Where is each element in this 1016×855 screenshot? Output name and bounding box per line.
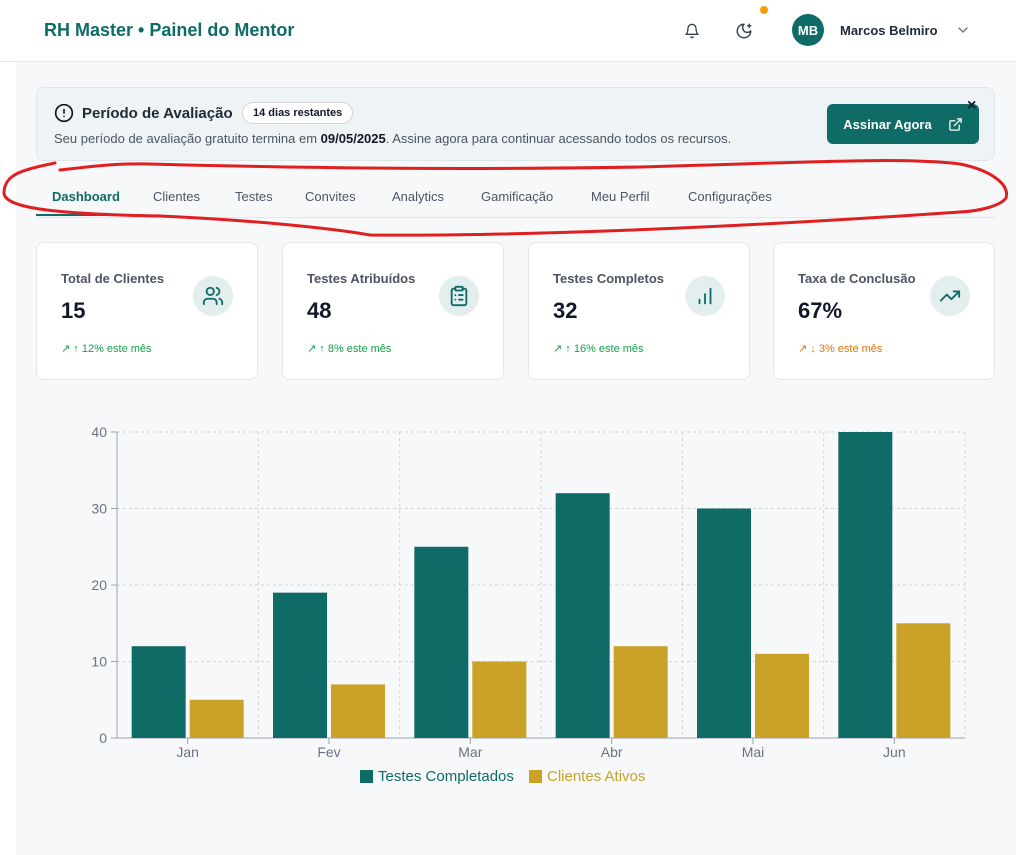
bar-testes-completados bbox=[838, 432, 893, 738]
tab-convites[interactable]: Convites bbox=[305, 189, 356, 204]
theme-toggle-icon[interactable] bbox=[732, 19, 756, 43]
x-tick-label: Jan bbox=[176, 744, 199, 760]
bar-testes-completados bbox=[131, 646, 186, 738]
legend-label: Testes Completados bbox=[378, 768, 514, 785]
notification-dot bbox=[760, 6, 768, 14]
users-icon bbox=[193, 276, 233, 316]
stat-label: Testes Completos bbox=[553, 271, 665, 286]
stat-value: 15 bbox=[61, 298, 86, 323]
stat-value: 48 bbox=[307, 298, 332, 323]
banner-title: Período de Avaliação bbox=[82, 105, 233, 122]
banner-text-before: Seu período de avaliação gratuito termin… bbox=[54, 131, 321, 146]
bar-testes-completados bbox=[273, 592, 327, 738]
trial-end-date: 09/05/2025 bbox=[320, 131, 386, 146]
x-tick-label: Fev bbox=[317, 744, 340, 760]
subscribe-button-label: Assinar Agora bbox=[843, 116, 932, 132]
x-tick-label: Abr bbox=[601, 744, 623, 760]
y-tick-label: 20 bbox=[91, 577, 107, 593]
days-remaining-badge: 14 dias restantes bbox=[242, 102, 354, 124]
y-tick-label: 40 bbox=[91, 424, 107, 440]
x-tick-label: Mai bbox=[742, 744, 765, 760]
avatar[interactable]: MB bbox=[792, 14, 824, 46]
stat-trend: ↗ ↑ 16% este mês bbox=[553, 343, 644, 355]
stat-trend: ↗ ↑ 12% este mês bbox=[61, 343, 152, 355]
user-name[interactable]: Marcos Belmiro bbox=[840, 23, 938, 38]
tab-clientes[interactable]: Clientes bbox=[153, 189, 200, 204]
clipboard-icon bbox=[439, 276, 479, 316]
stat-value: 67% bbox=[798, 298, 843, 323]
x-tick-label: Jun bbox=[883, 744, 906, 760]
tab-gamificacao[interactable]: Gamificação bbox=[481, 189, 553, 204]
bar-chart: 0 10 20 30 40 Jan Fev Mar Abr Mai Jun Testes Comple… bbox=[91, 424, 966, 785]
tab-configuracoes[interactable]: Configurações bbox=[688, 189, 772, 204]
external-link-icon bbox=[948, 117, 962, 131]
bar-clientes-ativos bbox=[331, 684, 385, 738]
y-tick-label: 30 bbox=[91, 501, 107, 517]
bar-testes-completados bbox=[555, 493, 610, 738]
tab-dashboard[interactable]: Dashboard bbox=[36, 189, 136, 216]
y-tick-label: 0 bbox=[99, 730, 107, 746]
bar-testes-completados bbox=[414, 546, 469, 738]
bar-testes-completados bbox=[697, 508, 751, 738]
bar-clientes-ativos bbox=[472, 661, 527, 738]
bar-chart-icon bbox=[685, 276, 725, 316]
legend-swatch bbox=[360, 770, 373, 783]
stat-card-testes-completos: Testes Completos 32 ↗ ↑ 16% este mês bbox=[528, 242, 750, 380]
subscribe-button[interactable]: Assinar Agora bbox=[827, 104, 979, 144]
bar-clientes-ativos bbox=[613, 646, 668, 738]
trending-up-icon bbox=[930, 276, 970, 316]
alert-circle-icon bbox=[54, 103, 74, 123]
stat-label: Total de Clientes bbox=[61, 271, 165, 286]
x-tick-label: Mar bbox=[458, 744, 482, 760]
stat-label: Taxa de Conclusão bbox=[798, 271, 916, 286]
tab-bar: Dashboard Clientes Testes Convites Analy… bbox=[36, 178, 995, 218]
tab-meu-perfil[interactable]: Meu Perfil bbox=[591, 189, 650, 204]
stat-card-testes-atribuidos: Testes Atribuídos 48 ↗ ↑ 8% este mês bbox=[282, 242, 504, 380]
tab-testes[interactable]: Testes bbox=[235, 189, 273, 204]
stat-trend: ↗ ↓ 3% este mês bbox=[798, 343, 883, 355]
stat-card-total-clientes: Total de Clientes 15 ↗ ↑ 12% este mês bbox=[36, 242, 258, 380]
stat-label: Testes Atribuídos bbox=[307, 271, 416, 286]
bar-clientes-ativos bbox=[896, 623, 951, 738]
y-tick-label: 10 bbox=[91, 654, 107, 670]
stat-card-taxa-conclusao: Taxa de Conclusão 67% ↗ ↓ 3% este mês bbox=[773, 242, 995, 380]
bar-clientes-ativos bbox=[755, 653, 809, 738]
top-bar: RH Master • Painel do Mentor MB Marcos B… bbox=[0, 0, 1016, 62]
legend-label: Clientes Ativos bbox=[547, 768, 645, 785]
tab-analytics[interactable]: Analytics bbox=[392, 189, 444, 204]
close-icon[interactable]: × bbox=[967, 98, 976, 114]
stat-value: 32 bbox=[553, 298, 578, 323]
app-title: RH Master • Painel do Mentor bbox=[44, 20, 295, 40]
bar-clientes-ativos bbox=[189, 699, 244, 738]
trial-banner: Período de Avaliação 14 dias restantes S… bbox=[36, 87, 995, 161]
chevron-down-icon[interactable] bbox=[955, 22, 971, 38]
banner-text: Seu período de avaliação gratuito termin… bbox=[54, 131, 731, 146]
stat-trend: ↗ ↑ 8% este mês bbox=[307, 343, 392, 355]
bell-icon[interactable] bbox=[680, 19, 704, 43]
legend-swatch bbox=[529, 770, 542, 783]
banner-text-after: . Assine agora para continuar acessando … bbox=[385, 131, 732, 146]
